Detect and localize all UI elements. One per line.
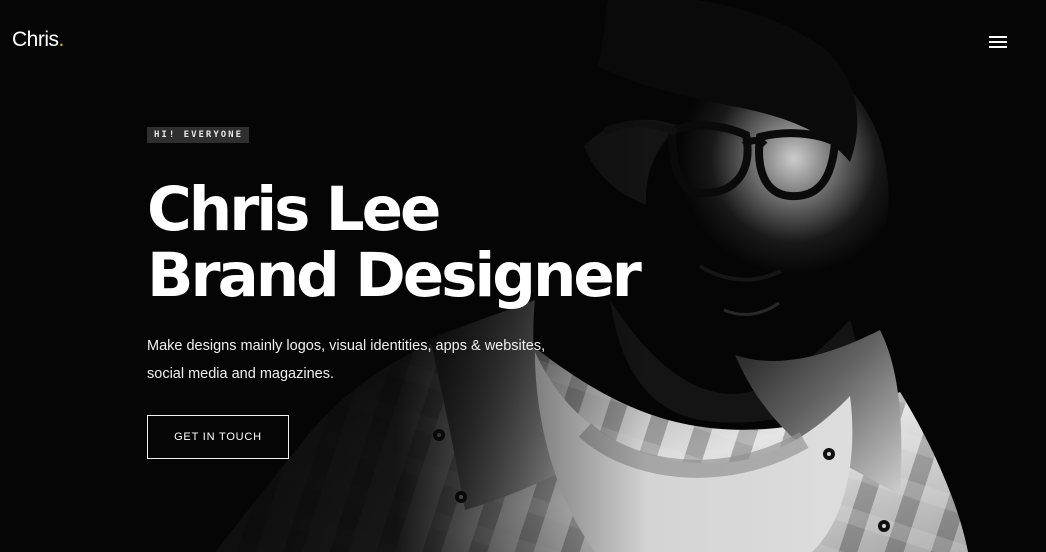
- hero-description-line-1: Make designs mainly logos, visual identi…: [147, 338, 546, 354]
- hero-title: Chris Lee Brand Designer: [147, 174, 642, 311]
- hero-title-name: Chris Lee: [147, 174, 441, 245]
- hamburger-menu-icon: [989, 36, 1007, 38]
- hero-section: Chris. HI! EVERYONE Chris Lee Brand Desi…: [0, 0, 1046, 552]
- get-in-touch-button[interactable]: GET IN TOUCH: [147, 415, 289, 459]
- brand-name: Chris: [12, 28, 59, 51]
- hamburger-menu-icon-middle-line: [989, 41, 1007, 43]
- greeting-badge: HI! EVERYONE: [147, 127, 250, 143]
- brand-dot: .: [58, 28, 65, 51]
- hero-description-line-2: social media and magazines.: [147, 366, 334, 382]
- hamburger-menu-icon-bottom-line: [989, 46, 1007, 48]
- hero-description: Make designs mainly logos, visual identi…: [147, 332, 567, 388]
- site-header: Chris.: [0, 0, 1046, 82]
- hero-title-role: Brand Designer: [147, 240, 642, 311]
- hamburger-menu-button[interactable]: [986, 32, 1010, 52]
- hero-copy: HI! EVERYONE Chris Lee Brand Designer Ma…: [147, 124, 642, 388]
- brand-logo[interactable]: Chris.: [12, 28, 64, 52]
